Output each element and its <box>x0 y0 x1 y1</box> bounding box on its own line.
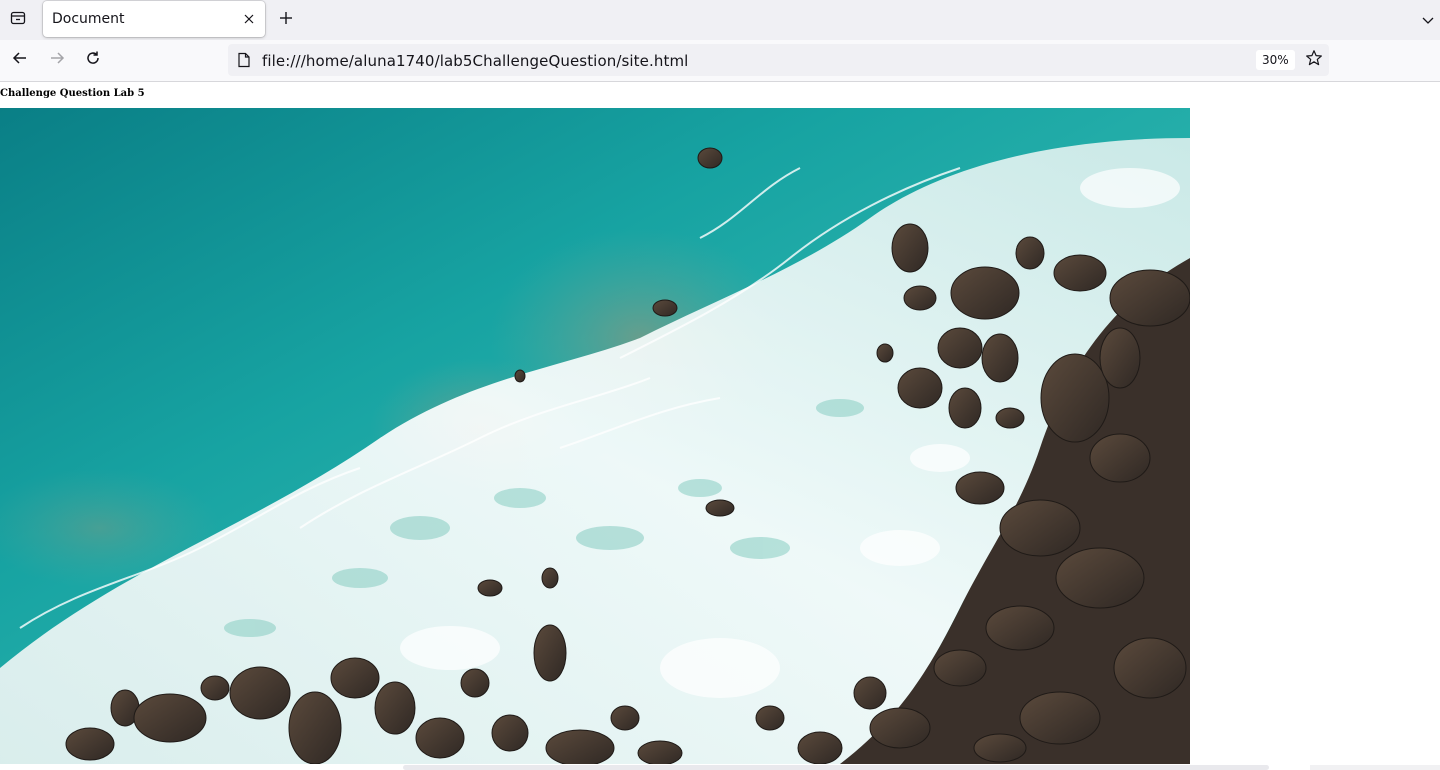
page-heading: Challenge Question Lab 5 <box>0 88 145 99</box>
chevron-down-icon <box>1422 11 1434 30</box>
address-bar[interactable]: file:///home/aluna1740/lab5ChallengeQues… <box>228 44 1329 76</box>
tab-strip: Document <box>0 0 1440 40</box>
close-icon <box>243 10 255 29</box>
scrollbar-track <box>1310 765 1440 770</box>
horizontal-scrollbar[interactable] <box>403 765 1269 770</box>
tab-close-button[interactable] <box>239 9 259 29</box>
plus-icon <box>279 10 293 29</box>
tab-overflow-button[interactable] <box>1416 6 1440 34</box>
navigation-toolbar: file:///home/aluna1740/lab5ChallengeQues… <box>0 40 1440 82</box>
page-viewport: Challenge Question Lab 5 <box>0 82 1440 770</box>
page-icon <box>236 52 252 68</box>
bookmark-button[interactable] <box>1302 48 1326 72</box>
tab-document[interactable]: Document <box>43 1 265 37</box>
coastline-photo <box>0 108 1190 764</box>
list-all-tabs-button[interactable] <box>4 6 32 34</box>
new-tab-button[interactable] <box>272 5 300 33</box>
back-button[interactable] <box>5 45 35 75</box>
zoom-level-button[interactable]: 30% <box>1256 50 1295 70</box>
url-text[interactable]: file:///home/aluna1740/lab5ChallengeQues… <box>262 52 688 70</box>
back-arrow-icon <box>12 50 28 70</box>
tab-title: Document <box>52 11 125 27</box>
star-icon <box>1305 49 1323 71</box>
reload-icon <box>85 50 101 70</box>
forward-button[interactable] <box>42 45 72 75</box>
reload-button[interactable] <box>78 45 108 75</box>
forward-arrow-icon <box>49 50 65 70</box>
tab-list-icon <box>10 10 26 30</box>
